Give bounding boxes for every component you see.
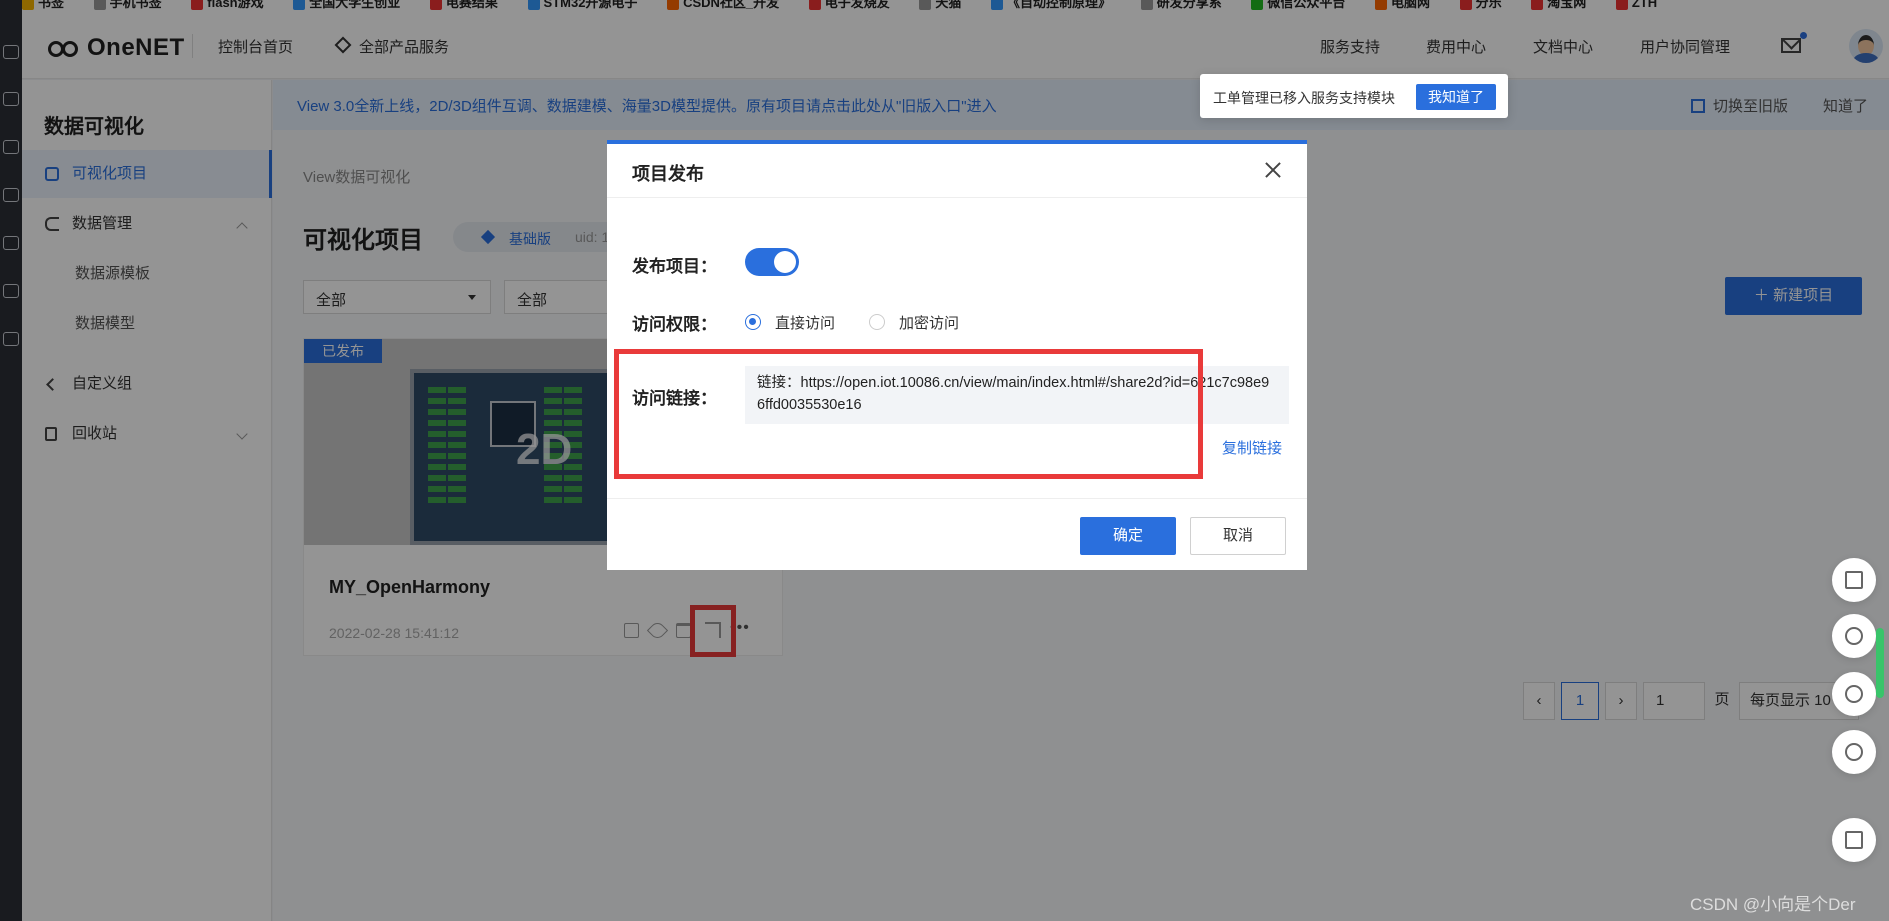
back-to-top-fab[interactable] — [1832, 730, 1876, 774]
notice-ok-button[interactable]: 我知道了 — [1416, 84, 1496, 110]
dialog-header: 项目发布 — [607, 144, 1307, 198]
edit-icon — [1845, 571, 1863, 589]
collapse-fab[interactable] — [1832, 818, 1876, 862]
radio-direct-label[interactable]: 直接访问 — [775, 312, 835, 333]
radio-direct-access[interactable] — [745, 314, 761, 330]
radio-encrypted-access[interactable] — [869, 314, 885, 330]
close-icon[interactable] — [1265, 162, 1281, 178]
dialog-divider — [607, 498, 1307, 499]
cancel-button[interactable]: 取消 — [1190, 517, 1286, 555]
publish-toggle[interactable] — [745, 248, 799, 276]
watermark: CSDN @小向是个Der — [1690, 895, 1856, 914]
feedback-edit-fab[interactable] — [1832, 558, 1876, 602]
notice-popover: 工单管理已移入服务支持模块 我知道了 — [1200, 74, 1508, 118]
publish-dialog: 项目发布 发布项目： 访问权限： 直接访问 加密访问 访问链接： 链接：http… — [607, 140, 1307, 570]
notice-text: 工单管理已移入服务支持模块 — [1213, 90, 1395, 106]
confirm-button[interactable]: 确定 — [1080, 517, 1176, 555]
radio-encrypted-label[interactable]: 加密访问 — [899, 312, 959, 333]
dialog-title: 项目发布 — [632, 164, 704, 184]
scroll-top-icon — [1845, 743, 1863, 761]
access-label: 访问权限： — [632, 315, 717, 334]
chat-icon — [1845, 627, 1863, 645]
publish-label: 发布项目： — [632, 257, 717, 276]
link-highlight-box — [614, 349, 1203, 479]
copy-link-button[interactable]: 复制链接 — [1222, 437, 1282, 458]
scroll-indicator[interactable] — [1876, 628, 1884, 698]
panel-icon — [1845, 831, 1863, 849]
help-fab[interactable] — [1832, 672, 1876, 716]
chat-fab[interactable] — [1832, 614, 1876, 658]
help-icon — [1845, 685, 1863, 703]
